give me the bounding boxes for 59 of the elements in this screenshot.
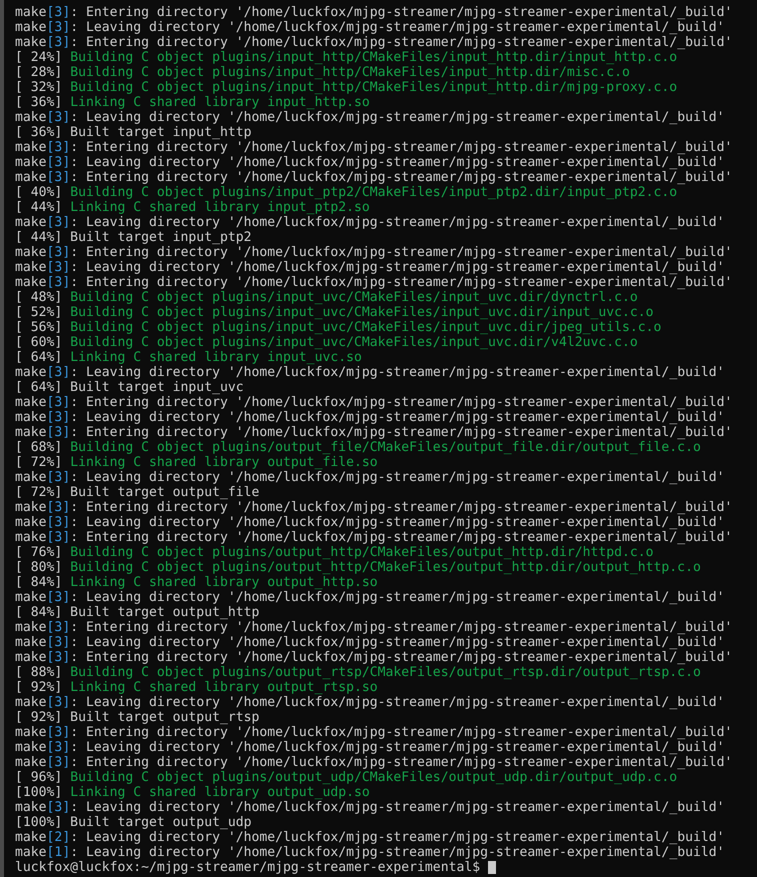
build-step-line: [ 48%] Building C object plugins/input_uvc/CMakeFiles/input_uvc.dir/dynctrl.c.o: [15, 290, 638, 305]
build-step-line: [100%] Linking C shared library output_udp.so: [15, 785, 370, 800]
make-output-line: make[3]: Entering directory '/home/luckfox/mjpg-streamer/mjpg-streamer-experimental/_build': [15, 245, 732, 260]
make-output-line: make[3]: Entering directory '/home/luckfox/mjpg-streamer/mjpg-streamer-experimental/_build': [15, 620, 732, 635]
build-step-line: [ 72%] Linking C shared library output_file.so: [15, 455, 378, 470]
make-output-line: make[3]: Entering directory '/home/luckfox/mjpg-streamer/mjpg-streamer-experimental/_build': [15, 140, 732, 155]
make-output-line: make[3]: Entering directory '/home/luckfox/mjpg-streamer/mjpg-streamer-experimental/_build': [15, 725, 732, 740]
build-step-line: [ 36%] Linking C shared library input_http.so: [15, 95, 370, 110]
text-cursor: [488, 861, 496, 874]
build-step-line: [ 68%] Building C object plugins/output_file/CMakeFiles/output_file.dir/output_file.c.o: [15, 440, 701, 455]
make-output-line: make[3]: Entering directory '/home/luckfox/mjpg-streamer/mjpg-streamer-experimental/_build': [15, 395, 732, 410]
built-target-line: [ 72%] Built target output_file: [15, 485, 260, 500]
make-output-line: make[3]: Leaving directory '/home/luckfox/mjpg-streamer/mjpg-streamer-experimental/_build': [15, 695, 725, 710]
make-output-line: make[3]: Leaving directory '/home/luckfox/mjpg-streamer/mjpg-streamer-experimental/_build': [15, 260, 725, 275]
make-output-line: make[3]: Entering directory '/home/luckfox/mjpg-streamer/mjpg-streamer-experimental/_build': [15, 650, 732, 665]
build-step-line: [ 44%] Linking C shared library input_ptp2.so: [15, 200, 370, 215]
make-output-line: make[3]: Leaving directory '/home/luckfox/mjpg-streamer/mjpg-streamer-experimental/_build': [15, 410, 725, 425]
build-step-line: [ 52%] Building C object plugins/input_uvc/CMakeFiles/input_uvc.dir/input_uvc.c.o: [15, 305, 654, 320]
build-step-line: [ 56%] Building C object plugins/input_uvc/CMakeFiles/input_uvc.dir/jpeg_utils.c.o: [15, 320, 662, 335]
make-output-line: make[3]: Leaving directory '/home/luckfox/mjpg-streamer/mjpg-streamer-experimental/_build': [15, 155, 725, 170]
built-target-line: [ 92%] Built target output_rtsp: [15, 710, 260, 725]
make-output-line: make[3]: Entering directory '/home/luckfox/mjpg-streamer/mjpg-streamer-experimental/_build': [15, 275, 732, 290]
make-output-line: make[3]: Leaving directory '/home/luckfox/mjpg-streamer/mjpg-streamer-experimental/_build': [15, 20, 725, 35]
build-step-line: [ 88%] Building C object plugins/output_rtsp/CMakeFiles/output_rtsp.dir/output_rtsp.c.o: [15, 665, 701, 680]
make-output-line: make[1]: Leaving directory '/home/luckfox/mjpg-streamer/mjpg-streamer-experimental/_build': [15, 845, 725, 860]
shell-prompt: luckfox@luckfox:~/mjpg-streamer/mjpg-streamer-experimental$: [15, 860, 480, 875]
build-step-line: [ 84%] Linking C shared library output_http.so: [15, 575, 378, 590]
build-step-line: [ 96%] Building C object plugins/output_udp/CMakeFiles/output_udp.dir/output_udp.c.o: [15, 770, 678, 785]
make-output-line: make[3]: Leaving directory '/home/luckfox/mjpg-streamer/mjpg-streamer-experimental/_build': [15, 365, 725, 380]
make-output-line: make[3]: Leaving directory '/home/luckfox/mjpg-streamer/mjpg-streamer-experimental/_build': [15, 635, 725, 650]
build-step-line: [ 24%] Building C object plugins/input_http/CMakeFiles/input_http.dir/input_http.c.o: [15, 50, 678, 65]
make-output-line: make[3]: Leaving directory '/home/luckfox/mjpg-streamer/mjpg-streamer-experimental/_build': [15, 515, 725, 530]
build-step-line: [ 60%] Building C object plugins/input_uvc/CMakeFiles/input_uvc.dir/v4l2uvc.c.o: [15, 335, 638, 350]
make-output-line: make[3]: Entering directory '/home/luckfox/mjpg-streamer/mjpg-streamer-experimental/_build': [15, 5, 732, 20]
make-output-line: make[3]: Entering directory '/home/luckfox/mjpg-streamer/mjpg-streamer-experimental/_build': [15, 170, 732, 185]
make-output-line: make[3]: Entering directory '/home/luckfox/mjpg-streamer/mjpg-streamer-experimental/_build': [15, 755, 732, 770]
built-target-line: [100%] Built target output_udp: [15, 815, 252, 830]
build-step-line: [ 64%] Linking C shared library input_uvc.so: [15, 350, 362, 365]
built-target-line: [ 64%] Built target input_uvc: [15, 380, 244, 395]
make-output-line: make[3]: Entering directory '/home/luckfox/mjpg-streamer/mjpg-streamer-experimental/_build': [15, 35, 732, 50]
make-output-line: make[3]: Entering directory '/home/luckfox/mjpg-streamer/mjpg-streamer-experimental/_build': [15, 425, 732, 440]
build-step-line: [ 28%] Building C object plugins/input_http/CMakeFiles/input_http.dir/misc.c.o: [15, 65, 630, 80]
built-target-line: [ 36%] Built target input_http: [15, 125, 252, 140]
make-output-line: make[3]: Entering directory '/home/luckfox/mjpg-streamer/mjpg-streamer-experimental/_build': [15, 530, 732, 545]
make-output-line: make[3]: Leaving directory '/home/luckfox/mjpg-streamer/mjpg-streamer-experimental/_build': [15, 110, 725, 125]
build-step-line: [ 40%] Building C object plugins/input_ptp2/CMakeFiles/input_ptp2.dir/input_ptp2.c.o: [15, 185, 678, 200]
make-output-line: make[2]: Leaving directory '/home/luckfox/mjpg-streamer/mjpg-streamer-experimental/_build': [15, 830, 725, 845]
make-output-line: make[3]: Entering directory '/home/luckfox/mjpg-streamer/mjpg-streamer-experimental/_build': [15, 500, 732, 515]
built-target-line: [ 84%] Built target output_http: [15, 605, 260, 620]
build-step-line: [ 76%] Building C object plugins/output_http/CMakeFiles/output_http.dir/httpd.c.o: [15, 545, 654, 560]
built-target-line: [ 44%] Built target input_ptp2: [15, 230, 252, 245]
build-step-line: [ 80%] Building C object plugins/output_http/CMakeFiles/output_http.dir/output_http.c.o: [15, 560, 701, 575]
make-output-line: make[3]: Leaving directory '/home/luckfox/mjpg-streamer/mjpg-streamer-experimental/_build': [15, 590, 725, 605]
make-output-line: make[3]: Leaving directory '/home/luckfox/mjpg-streamer/mjpg-streamer-experimental/_build': [15, 470, 725, 485]
build-step-line: [ 92%] Linking C shared library output_rtsp.so: [15, 680, 378, 695]
make-output-line: make[3]: Leaving directory '/home/luckfox/mjpg-streamer/mjpg-streamer-experimental/_build': [15, 800, 725, 815]
make-output-line: make[3]: Leaving directory '/home/luckfox/mjpg-streamer/mjpg-streamer-experimental/_build': [15, 215, 725, 230]
build-step-line: [ 32%] Building C object plugins/input_http/CMakeFiles/input_http.dir/mjpg-proxy.c.o: [15, 80, 678, 95]
make-output-line: make[3]: Leaving directory '/home/luckfox/mjpg-streamer/mjpg-streamer-experimental/_build': [15, 740, 725, 755]
